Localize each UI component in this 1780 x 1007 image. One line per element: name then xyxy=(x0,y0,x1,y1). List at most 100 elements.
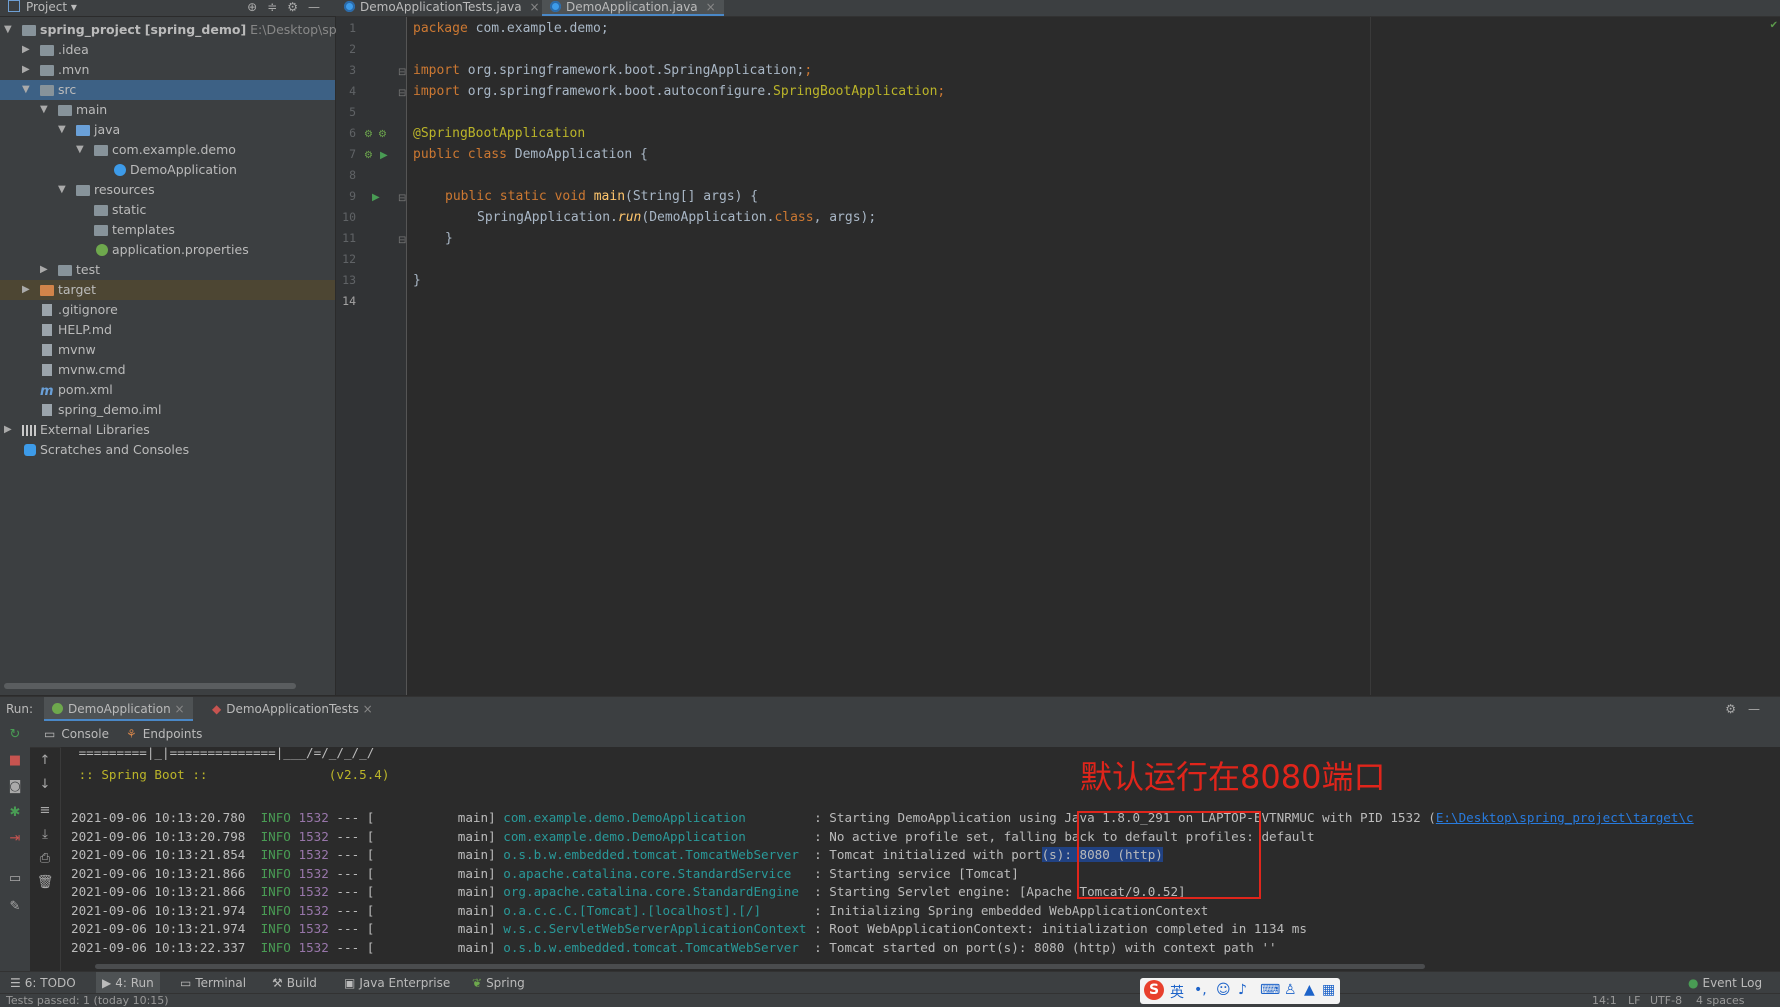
microphone-icon[interactable]: ♪ xyxy=(1238,982,1247,998)
console-horizontal-scrollbar[interactable] xyxy=(95,964,1425,969)
horizontal-scrollbar[interactable] xyxy=(4,683,296,689)
spring-bean-icon[interactable]: ⚙ xyxy=(378,129,387,140)
status-message[interactable]: Tests passed: 1 (today 10:15) xyxy=(6,994,169,1007)
expanded-arrow-icon[interactable]: ▼ xyxy=(4,20,14,40)
close-icon[interactable]: × xyxy=(363,702,373,716)
tree-item-mvnw-cmd[interactable]: mvnw.cmd xyxy=(0,360,335,380)
debug-icon[interactable]: ✱ xyxy=(0,805,30,820)
tree-item-mvnw[interactable]: mvnw xyxy=(0,340,335,360)
tab-run[interactable]: ▶ 4: Run xyxy=(96,972,160,994)
tree-root[interactable]: ▼ spring_project [spring_demo] E:\Deskto… xyxy=(0,20,367,40)
code-editor[interactable]: package com.example.demo; import org.spr… xyxy=(407,17,1780,695)
tree-item-templates[interactable]: templates xyxy=(0,220,335,240)
tree-item-idea[interactable]: ▶ .idea xyxy=(0,40,335,60)
soft-wrap-icon[interactable]: ≡ xyxy=(30,803,60,818)
project-view-selector[interactable]: Project ▾ xyxy=(8,0,77,15)
grid-icon[interactable]: ▦ xyxy=(1322,982,1335,998)
chevron-down-icon: ▾ xyxy=(70,0,77,14)
ime-toolbar[interactable]: S 英 •, ☺ ♪ ⌨ ♙ ▲ ▦ xyxy=(1140,978,1340,1004)
minimize-icon[interactable]: — xyxy=(308,0,330,14)
exit-icon[interactable]: ⇥ xyxy=(0,831,30,846)
tab-spring[interactable]: ❦ Spring xyxy=(472,972,525,994)
line-separator[interactable]: LF xyxy=(1628,994,1640,1007)
tree-item-main[interactable]: ▼ main xyxy=(0,100,335,120)
tab-build[interactable]: ⚒ Build xyxy=(272,972,317,994)
down-arrow-icon[interactable]: ↓ xyxy=(30,777,60,792)
tree-item-target[interactable]: ▶ target xyxy=(0,280,335,300)
close-icon[interactable]: × xyxy=(175,702,185,716)
spring-bean-icon[interactable]: ⚙ xyxy=(364,150,373,161)
tree-item-src[interactable]: ▼ src xyxy=(0,80,335,100)
fold-icon[interactable]: ⊟ xyxy=(398,67,406,78)
tree-item-gitignore[interactable]: .gitignore xyxy=(0,300,335,320)
rerun-icon[interactable]: ↻ xyxy=(0,727,30,742)
tab-endpoints[interactable]: ⚘ Endpoints xyxy=(126,721,202,747)
tab-demo-application[interactable]: DemoApplication.java × xyxy=(542,0,724,16)
close-icon[interactable]: × xyxy=(706,0,716,14)
tab-demo-application-tests[interactable]: DemoApplicationTests.java × xyxy=(336,0,548,16)
expanded-arrow-icon[interactable]: ▼ xyxy=(22,80,32,100)
tab-event-log[interactable]: ● Event Log xyxy=(1688,972,1762,994)
tree-item-package[interactable]: ▼ com.example.demo xyxy=(0,140,335,160)
up-arrow-icon[interactable]: ↑ xyxy=(30,753,60,768)
expanded-arrow-icon[interactable]: ▼ xyxy=(58,180,68,200)
tree-item-pom-xml[interactable]: m pom.xml xyxy=(0,380,335,400)
pin-icon[interactable]: ✎ xyxy=(0,899,30,914)
tree-item-test[interactable]: ▶ test xyxy=(0,260,335,280)
tree-item-application-properties[interactable]: application.properties xyxy=(0,240,335,260)
tree-item-iml[interactable]: spring_demo.iml xyxy=(0,400,335,420)
console-output[interactable]: =========|_|==============|___/=/_/_/_/ … xyxy=(61,747,1780,971)
indent-setting[interactable]: 4 spaces xyxy=(1696,994,1745,1007)
user-icon[interactable]: ♙ xyxy=(1284,982,1297,998)
tab-terminal[interactable]: ▭ Terminal xyxy=(180,972,246,994)
trash-icon[interactable]: 🗑 xyxy=(30,875,60,890)
tree-item-demo-application[interactable]: DemoApplication xyxy=(0,160,335,180)
tree-item-external-libraries[interactable]: ▶ External Libraries xyxy=(0,420,335,440)
collapsed-arrow-icon[interactable]: ▶ xyxy=(4,420,14,440)
camera-icon[interactable]: ◙ xyxy=(0,779,30,794)
collapsed-arrow-icon[interactable]: ▶ xyxy=(22,280,32,300)
locate-icon[interactable]: ⊕ xyxy=(247,0,267,14)
stop-icon[interactable]: ■ xyxy=(0,753,30,768)
skin-icon[interactable]: ▲ xyxy=(1304,982,1315,998)
emoji-icon[interactable]: ☺ xyxy=(1216,982,1231,998)
tab-console[interactable]: ▭ Console xyxy=(44,721,109,747)
tree-item-resources[interactable]: ▼ resources xyxy=(0,180,335,200)
caret-position[interactable]: 14:1 xyxy=(1592,994,1617,1007)
tree-item-help-md[interactable]: HELP.md xyxy=(0,320,335,340)
fold-icon[interactable]: ⊟ xyxy=(398,88,406,99)
run-gutter-icon[interactable]: ▶ xyxy=(372,192,380,203)
collapsed-arrow-icon[interactable]: ▶ xyxy=(22,40,32,60)
gear-icon[interactable]: ⚙ xyxy=(1725,702,1748,716)
scroll-to-end-icon[interactable]: ⤓ xyxy=(30,827,60,842)
minimize-icon[interactable]: — xyxy=(1748,702,1772,716)
spring-bean-icon[interactable]: ⚙ xyxy=(364,129,373,140)
project-path-link[interactable]: E:\Desktop\spring_project\target\c xyxy=(1436,810,1694,825)
keyboard-icon[interactable]: ⌨ xyxy=(1260,982,1280,998)
tree-item-scratches[interactable]: Scratches and Consoles xyxy=(0,440,335,460)
close-icon[interactable]: × xyxy=(530,0,540,14)
tree-item-java[interactable]: ▼ java xyxy=(0,120,335,140)
fold-icon[interactable]: ⊟ xyxy=(398,193,406,204)
tree-item-mvn[interactable]: ▶ .mvn xyxy=(0,60,335,80)
expanded-arrow-icon[interactable]: ▼ xyxy=(40,100,50,120)
run-tab-demo-application[interactable]: DemoApplication × xyxy=(44,697,193,721)
run-gutter-icon[interactable]: ▶ xyxy=(380,150,388,161)
expanded-arrow-icon[interactable]: ▼ xyxy=(76,140,86,160)
tab-todo[interactable]: ☰ 6: TODO xyxy=(10,972,76,994)
expanded-arrow-icon[interactable]: ▼ xyxy=(58,120,68,140)
fold-icon[interactable]: ⊟ xyxy=(398,235,406,246)
collapse-icon[interactable]: ≑ xyxy=(267,0,287,14)
punctuation-icon[interactable]: •, xyxy=(1194,982,1207,998)
ime-language[interactable]: 英 xyxy=(1170,982,1184,1002)
file-encoding[interactable]: UTF-8 xyxy=(1650,994,1682,1007)
collapsed-arrow-icon[interactable]: ▶ xyxy=(22,60,32,80)
tab-java-enterprise[interactable]: ▣ Java Enterprise xyxy=(344,972,450,994)
gear-icon[interactable]: ⚙ xyxy=(287,0,308,14)
print-icon[interactable]: ⎙ xyxy=(30,851,60,866)
tree-item-static[interactable]: static xyxy=(0,200,335,220)
collapsed-arrow-icon[interactable]: ▶ xyxy=(40,260,50,280)
run-tab-demo-application-tests[interactable]: ◆ DemoApplicationTests × xyxy=(204,697,381,721)
sogou-logo[interactable]: S xyxy=(1144,980,1164,1000)
layout-icon[interactable]: ▭ xyxy=(0,871,30,886)
